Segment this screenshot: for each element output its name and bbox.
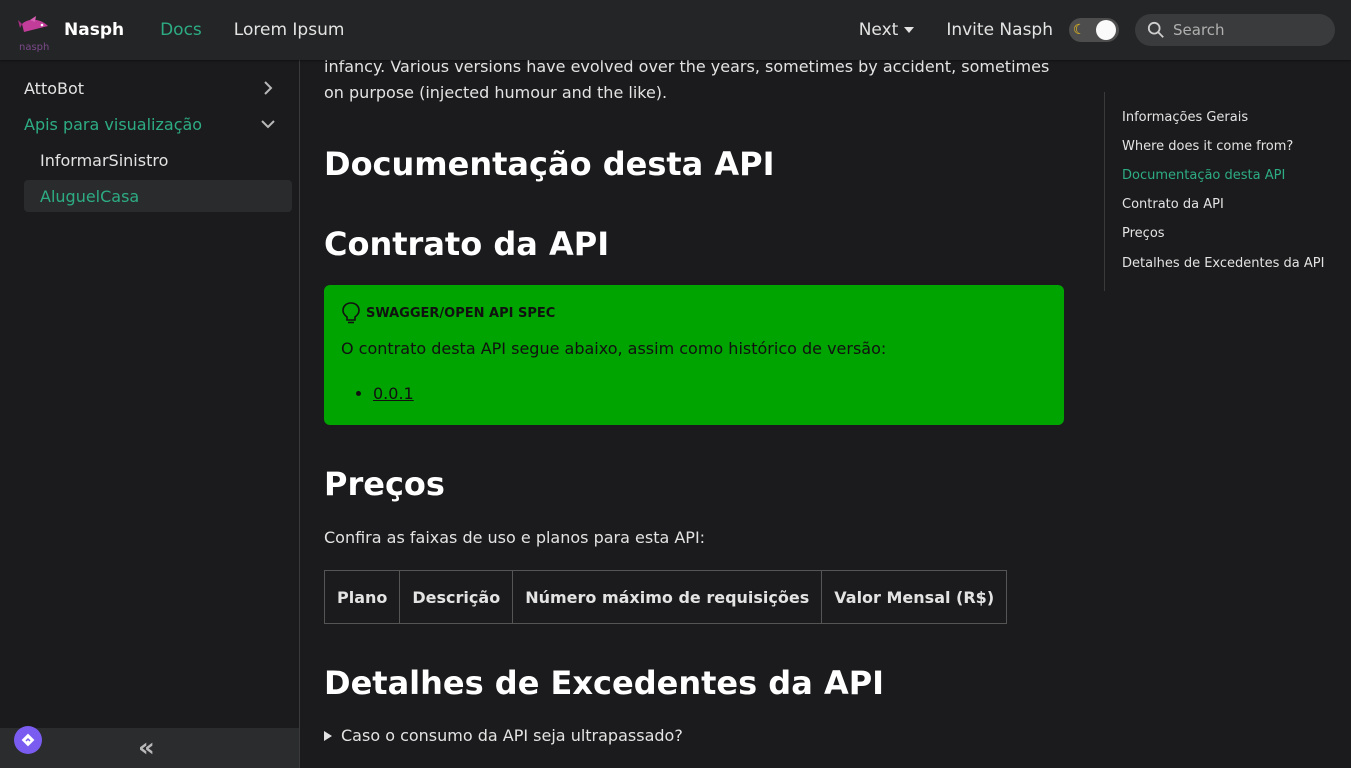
- invite-nasph-link[interactable]: Invite Nasph: [946, 20, 1053, 40]
- heading-contrato: Contrato da API: [324, 225, 610, 263]
- column-header-valor-mensal: Valor Mensal (R$): [821, 570, 1008, 624]
- moon-icon: ☾: [1073, 22, 1086, 38]
- prices-paragraph: Confira as faixas de uso e planos para e…: [324, 528, 706, 547]
- navbar: nasph Nasph Docs Lorem Ipsum Next Invite…: [0, 0, 1351, 60]
- table-of-contents: Informações Gerais Where does it come fr…: [1104, 92, 1334, 291]
- toc-item-documentacao[interactable]: Documentação desta API: [1122, 168, 1285, 183]
- diamond-arrow-icon: [21, 733, 35, 747]
- chevron-down-icon: [261, 120, 275, 129]
- search-icon: [1147, 21, 1164, 38]
- toc-item-where-does-it-come-from[interactable]: Where does it come from?: [1122, 139, 1293, 154]
- admonition-tip: SWAGGER/OPEN API SPEC O contrato desta A…: [324, 285, 1064, 425]
- sidebar-item-attobot[interactable]: AttoBot: [24, 72, 292, 104]
- admonition-body: O contrato desta API segue abaixo, assim…: [341, 339, 887, 358]
- column-header-plano: Plano: [323, 570, 401, 624]
- heading-documentacao: Documentação desta API: [324, 145, 775, 183]
- toc-item-detalhes-excedentes[interactable]: Detalhes de Excedentes da API: [1122, 256, 1324, 271]
- brand-link[interactable]: nasph Nasph: [18, 14, 125, 53]
- table-header-row: Plano Descrição Número máximo de requisi…: [323, 570, 1008, 624]
- sidebar-item-aluguelcasa[interactable]: AluguelCasa: [24, 180, 292, 212]
- details-summary[interactable]: Caso o consumo da API seja ultrapassado?: [324, 726, 683, 745]
- next-dropdown[interactable]: Next: [859, 20, 915, 40]
- list-item: 0.0.1: [373, 384, 1047, 403]
- chat-widget-button[interactable]: [14, 726, 42, 754]
- admonition-title: SWAGGER/OPEN API SPEC: [366, 305, 556, 321]
- triangle-right-icon: [324, 730, 332, 741]
- column-header-max-requisicoes: Número máximo de requisições: [512, 570, 823, 624]
- toc-item-precos[interactable]: Preços: [1122, 226, 1165, 241]
- sidebar-footer: «: [0, 728, 299, 768]
- prices-table: Plano Descrição Número máximo de requisi…: [323, 570, 1008, 624]
- details-summary-label: Caso o consumo da API seja ultrapassado?: [341, 726, 683, 745]
- next-label: Next: [858, 20, 899, 40]
- version-list: 0.0.1: [341, 384, 1047, 403]
- search-box[interactable]: [1135, 14, 1335, 46]
- intro-paragraph: infancy. Various versions have evolved o…: [324, 57, 1050, 102]
- toggle-knob: [1096, 20, 1116, 40]
- nasph-logo: nasph: [18, 14, 54, 53]
- version-link[interactable]: 0.0.1: [373, 384, 414, 403]
- caret-down-icon: [904, 27, 915, 33]
- navbar-right: Next Invite Nasph ☾: [859, 0, 1335, 60]
- toc-item-contrato[interactable]: Contrato da API: [1122, 197, 1224, 212]
- sidebar-item-label: InformarSinistro: [40, 150, 169, 170]
- nav-link-docs[interactable]: Docs: [160, 20, 202, 40]
- sidebar: AttoBot Apis para visualização InformarS…: [0, 60, 300, 768]
- theme-toggle[interactable]: ☾: [1069, 18, 1119, 42]
- toc-item-informacoes-gerais[interactable]: Informações Gerais: [1122, 110, 1248, 125]
- heading-precos: Preços: [324, 465, 445, 503]
- lightbulb-icon: [342, 302, 360, 324]
- sidebar-item-label: AttoBot: [24, 78, 85, 98]
- heading-detalhes-excedentes: Detalhes de Excedentes da API: [324, 664, 885, 702]
- column-header-descricao: Descrição: [399, 570, 514, 624]
- sidebar-item-informarsinistro[interactable]: InformarSinistro: [24, 144, 292, 176]
- sidebar-item-label: Apis para visualização: [24, 114, 203, 134]
- sidebar-item-apis-visualizacao[interactable]: Apis para visualização: [24, 108, 292, 140]
- admonition-heading: SWAGGER/OPEN API SPEC: [341, 301, 1047, 325]
- search-input[interactable]: [1173, 21, 1323, 39]
- chevron-right-icon: [264, 81, 273, 95]
- collapse-sidebar-icon[interactable]: «: [138, 735, 155, 761]
- brand-title: Nasph: [64, 20, 125, 40]
- nav-link-lorem-ipsum[interactable]: Lorem Ipsum: [234, 20, 345, 40]
- logo-text: nasph: [19, 42, 50, 53]
- sidebar-item-label: AluguelCasa: [40, 186, 140, 206]
